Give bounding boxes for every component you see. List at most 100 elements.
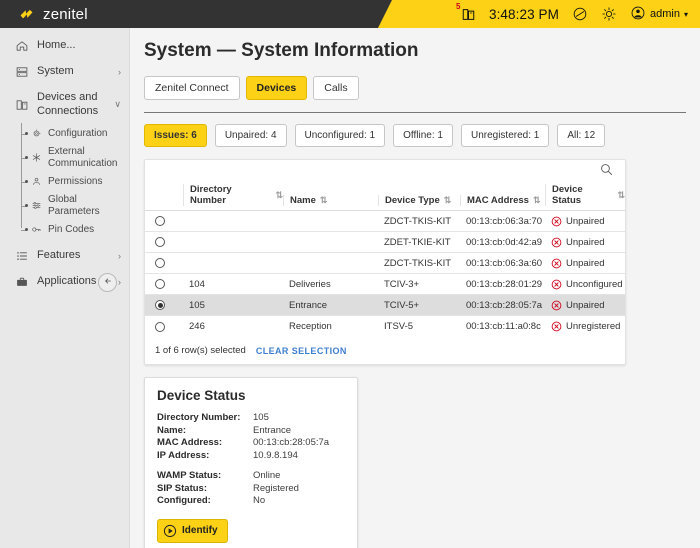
devices-table-card: Directory Number sort-updown-icon ⇅ Name…: [144, 159, 626, 365]
table-row[interactable]: ZDCT-TKIS-KIT 00:13:cb:06:3a:60 Unpaired: [145, 253, 625, 274]
filter-chip-offline[interactable]: Offline: 1: [393, 124, 453, 147]
cell-mac-address: 00:13:cb:06:3a:60: [460, 258, 545, 269]
table-row[interactable]: ZDCT-TKIS-KIT 00:13:cb:06:3a:70 Unpaired: [145, 211, 625, 232]
sidebar-subnav: Configuration External Communication Per…: [0, 125, 129, 239]
sidebar-subitem-label: Configuration: [48, 128, 107, 140]
tab-zenitel-connect[interactable]: Zenitel Connect: [144, 76, 240, 100]
table-row[interactable]: ZDET-TKIE-KIT 00:13:cb:0d:42:a9 Unpaired: [145, 232, 625, 253]
play-circle-icon: [163, 524, 177, 538]
device-icon[interactable]: 5: [461, 7, 476, 22]
column-label: MAC Address: [467, 195, 529, 206]
field-key: Configured:: [157, 495, 253, 508]
configuration-gear-icon: [30, 128, 43, 139]
table-header-name[interactable]: Name ⇅: [283, 195, 378, 206]
sidebar-item-global-parameters[interactable]: Global Parameters: [25, 191, 129, 221]
cell-device-status: Unpaired: [545, 216, 625, 227]
field-key: Name:: [157, 425, 253, 438]
brand-name: zenitel: [43, 6, 88, 23]
selection-count-label: 1 of 6 row(s) selected: [155, 345, 246, 356]
sidebar-item-system[interactable]: System ›: [0, 59, 129, 85]
row-radio[interactable]: [145, 322, 183, 332]
device-status-field: WAMP Status: Online: [157, 470, 345, 483]
cell-directory-number: 104: [183, 279, 283, 290]
field-value: Registered: [253, 483, 299, 496]
filter-chip-all[interactable]: All: 12: [557, 124, 605, 147]
row-radio[interactable]: [145, 258, 183, 268]
field-key: MAC Address:: [157, 437, 253, 450]
filter-chip-issues[interactable]: Issues: 6: [144, 124, 207, 147]
device-badge-count: 5: [456, 2, 460, 11]
table-header-device-type[interactable]: Device Type ⇅: [378, 195, 460, 206]
row-radio[interactable]: [145, 279, 183, 289]
application-window: zenitel 5 3:48:23 PM: [0, 0, 700, 548]
search-icon[interactable]: [599, 162, 614, 182]
clock: 3:48:23 PM: [489, 7, 559, 22]
device-status-field: IP Address: 10.9.8.194: [157, 450, 345, 463]
home-icon: [14, 39, 29, 53]
user-menu[interactable]: admin ▾: [630, 5, 688, 24]
brightness-icon[interactable]: [601, 6, 617, 22]
cell-mac-address: 00:13:cb:11:a0:8c: [460, 321, 545, 332]
field-value: Entrance: [253, 425, 291, 438]
field-value: Online: [253, 470, 280, 483]
table-row[interactable]: 104 Deliveries TCIV-3+ 00:13:cb:28:01:29…: [145, 274, 625, 295]
devices-icon: [14, 98, 29, 112]
cell-device-type: ITSV-5: [378, 321, 460, 332]
sidebar-item-configuration[interactable]: Configuration: [25, 125, 129, 143]
row-radio[interactable]: [145, 237, 183, 247]
account-circle-icon: [630, 5, 646, 24]
field-value: 10.9.8.194: [253, 450, 298, 463]
sidebar-subitem-label: Global Parameters: [48, 194, 125, 218]
sidebar-item-pin-codes[interactable]: Pin Codes: [25, 221, 129, 239]
filter-chip-unregistered[interactable]: Unregistered: 1: [461, 124, 549, 147]
filter-chip-unconfigured[interactable]: Unconfigured: 1: [295, 124, 386, 147]
global-parameters-sliders-icon: [30, 200, 43, 211]
sidebar-item-label: Home...: [37, 39, 113, 53]
row-radio[interactable]: [145, 216, 183, 226]
filter-chip-unpaired[interactable]: Unpaired: 4: [215, 124, 287, 147]
identify-label: Identify: [182, 525, 218, 536]
table-header-device-status[interactable]: Device Status ⇅: [545, 184, 625, 206]
error-x-circle-icon: [551, 300, 562, 311]
cell-device-type: ZDCT-TKIS-KIT: [378, 258, 460, 269]
cell-device-status: Unregistered: [545, 321, 625, 332]
identify-button[interactable]: Identify: [157, 519, 228, 543]
table-header-mac-address[interactable]: MAC Address ⇅: [460, 195, 545, 206]
chevron-down-icon: ∨: [114, 99, 121, 110]
clear-selection-link[interactable]: CLEAR SELECTION: [256, 346, 347, 356]
column-label: Name: [290, 195, 316, 206]
tab-calls[interactable]: Calls: [313, 76, 358, 100]
table-header-directory-number[interactable]: Directory Number sort-updown-icon ⇅: [183, 184, 283, 206]
sidebar-item-permissions[interactable]: Permissions: [25, 173, 129, 191]
zenitel-logo-icon: [18, 6, 35, 23]
field-value: No: [253, 495, 265, 508]
status-label: Unpaired: [566, 237, 605, 248]
status-label: Unpaired: [566, 216, 605, 227]
sidebar-collapse-button[interactable]: [98, 273, 117, 292]
sidebar-item-home[interactable]: Home...: [0, 33, 129, 59]
tab-devices[interactable]: Devices: [246, 76, 308, 100]
do-not-disturb-icon[interactable]: [572, 6, 588, 22]
sidebar-item-devices-and-connections[interactable]: Devices and Connections ∨: [0, 85, 129, 125]
column-label: Device Status: [552, 184, 613, 206]
table-row[interactable]: 105 Entrance TCIV-5+ 00:13:cb:28:05:7a U…: [145, 295, 625, 316]
external-communication-icon: [30, 152, 43, 163]
row-radio[interactable]: [145, 300, 183, 310]
error-x-circle-icon: [551, 237, 562, 248]
cell-device-status: Unpaired: [545, 300, 625, 311]
cell-device-status: Unpaired: [545, 237, 625, 248]
sidebar-item-external-communication[interactable]: External Communication: [25, 143, 129, 173]
cell-device-type: ZDCT-TKIS-KIT: [378, 216, 460, 227]
sidebar-subitem-label: Permissions: [48, 176, 102, 188]
page-title: System — System Information: [144, 40, 686, 62]
sidebar: Home... System ›: [0, 28, 130, 548]
status-label: Unpaired: [566, 258, 605, 269]
device-status-field: SIP Status: Registered: [157, 483, 345, 496]
cell-name: Deliveries: [283, 279, 378, 290]
sidebar-item-features[interactable]: Features ›: [0, 243, 129, 269]
chevron-down-icon: ▾: [684, 10, 688, 19]
sort-updown-icon: ⇅: [320, 196, 328, 205]
sort-updown-icon: ⇅: [444, 196, 452, 205]
cell-device-type: ZDET-TKIE-KIT: [378, 237, 460, 248]
table-row[interactable]: 246 Reception ITSV-5 00:13:cb:11:a0:8c U…: [145, 316, 625, 337]
